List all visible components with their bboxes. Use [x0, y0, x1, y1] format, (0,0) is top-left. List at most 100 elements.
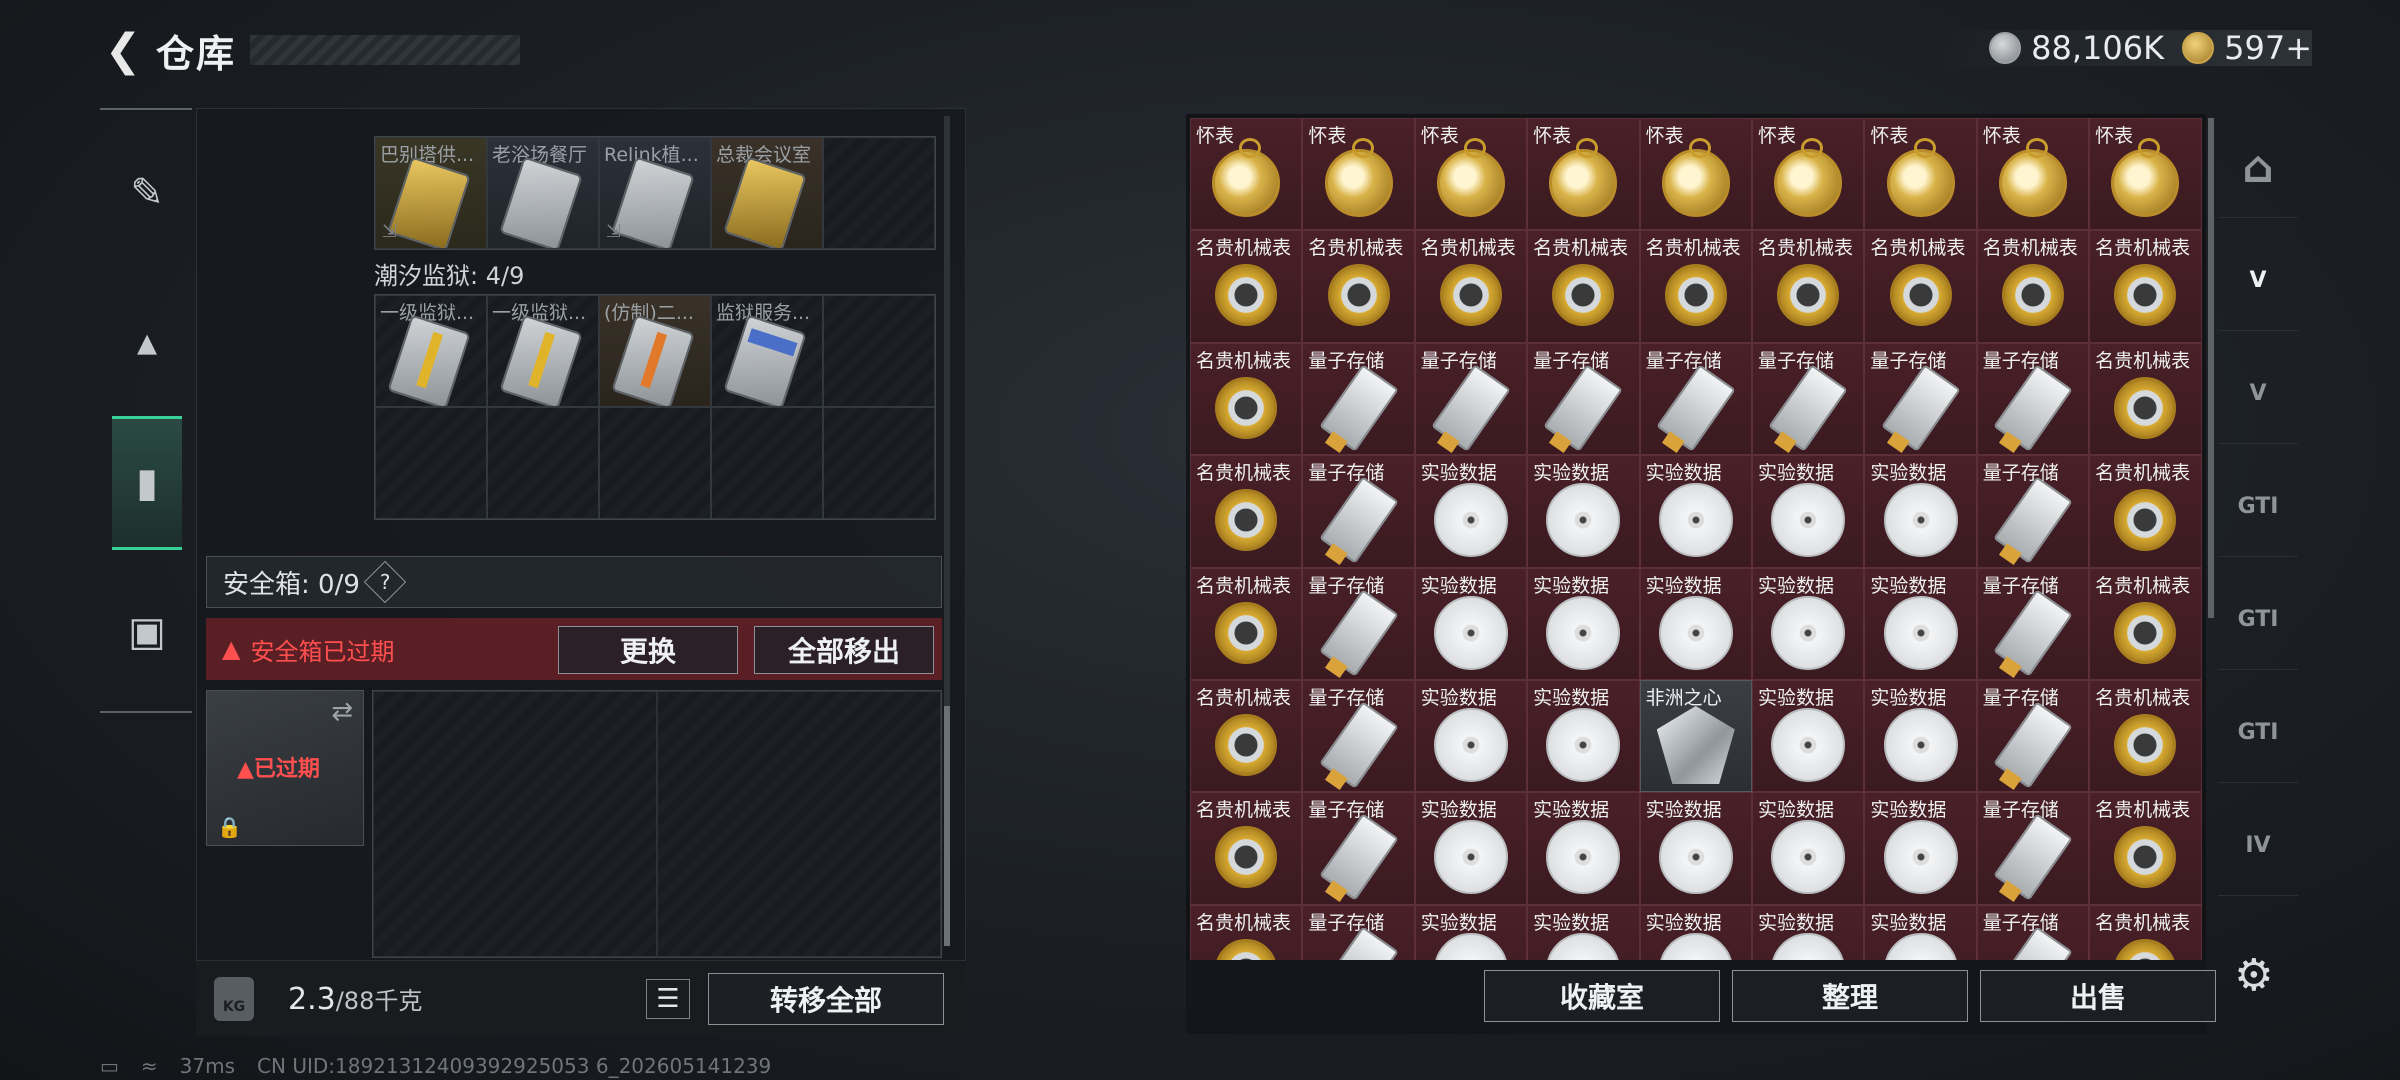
item-cell-luxury-watch[interactable]: 名贵机械表	[1976, 230, 2090, 343]
item-cell-experiment-data[interactable]: 实验数据	[1414, 679, 1528, 793]
item-cell-quantum-storage[interactable]: 量子存储	[1302, 904, 1415, 960]
item-cell-experiment-data[interactable]: 实验数据	[1864, 455, 1977, 568]
keycard-slot[interactable]: (仿制)二...	[599, 295, 711, 407]
scrollbar-thumb[interactable]	[944, 706, 950, 946]
item-cell-luxury-watch[interactable]: 名贵机械表	[1190, 792, 1303, 905]
empty-slot[interactable]	[711, 407, 823, 519]
garage-gti-icon[interactable]: GTI	[2218, 570, 2298, 670]
item-cell-quantum-storage[interactable]: 量子存储	[1976, 679, 2090, 793]
remove-all-button[interactable]: 全部移出	[754, 626, 934, 674]
armor-vest-icon[interactable]: ▴	[112, 275, 182, 409]
help-icon[interactable]: ?	[363, 560, 407, 604]
item-cell-luxury-watch[interactable]: 名贵机械表	[2089, 904, 2202, 960]
item-cell-experiment-data[interactable]: 实验数据	[1639, 455, 1752, 568]
empty-slot[interactable]	[823, 407, 935, 519]
item-cell-luxury-watch[interactable]: 名贵机械表	[1302, 230, 1415, 343]
item-cell-pocket-watch[interactable]: 怀表	[1976, 118, 2090, 231]
item-cell-pocket-watch[interactable]: 怀表	[1414, 118, 1528, 231]
keycard-slot[interactable]: 监狱服务...	[711, 295, 823, 407]
garage-gti-icon[interactable]: GTI	[2218, 683, 2298, 783]
item-cell-pocket-watch[interactable]: 怀表	[1527, 118, 1640, 231]
item-cell-quantum-storage[interactable]: 量子存储	[1976, 904, 2090, 960]
item-cell-luxury-watch[interactable]: 名贵机械表	[1190, 904, 1303, 960]
item-cell-experiment-data[interactable]: 实验数据	[1527, 904, 1640, 960]
item-cell-quantum-storage[interactable]: 量子存储	[1302, 455, 1415, 568]
empty-slot[interactable]	[823, 295, 935, 407]
item-cell-experiment-data[interactable]: 实验数据	[1414, 567, 1528, 680]
item-cell-luxury-watch[interactable]: 名贵机械表	[1190, 455, 1303, 568]
item-cell-luxury-watch[interactable]: 名贵机械表	[1190, 342, 1303, 456]
item-cell-quantum-storage[interactable]: 量子存储	[1976, 342, 2090, 456]
sort-button[interactable]: 整理	[1732, 970, 1968, 1022]
item-cell-luxury-watch[interactable]: 名贵机械表	[1864, 230, 1977, 343]
item-cell-luxury-watch[interactable]: 名贵机械表	[2089, 455, 2202, 568]
item-cell-experiment-data[interactable]: 实验数据	[1639, 792, 1752, 905]
item-cell-luxury-watch[interactable]: 名贵机械表	[1190, 230, 1303, 343]
item-cell-experiment-data[interactable]: 实验数据	[1864, 904, 1977, 960]
empty-slot[interactable]	[487, 407, 599, 519]
keycard-slot[interactable]: 一级监狱...	[375, 295, 487, 407]
item-cell-pocket-watch[interactable]: 怀表	[1751, 118, 1865, 231]
back-arrow-icon[interactable]: ❮	[100, 25, 146, 76]
item-cell-experiment-data[interactable]: 实验数据	[1527, 679, 1640, 793]
item-cell-heart-of-africa[interactable]: 非洲之心	[1639, 679, 1752, 793]
safe-slot[interactable]	[657, 691, 941, 957]
left-scrollbar[interactable]	[944, 116, 950, 946]
item-cell-experiment-data[interactable]: 实验数据	[1751, 567, 1865, 680]
sell-button[interactable]: 出售	[1980, 970, 2216, 1022]
keycard-slot[interactable]: Relink植... ⇲	[599, 137, 711, 249]
item-cell-experiment-data[interactable]: 实验数据	[1751, 792, 1865, 905]
keycard-slot[interactable]: 老浴场餐厅	[487, 137, 599, 249]
item-cell-quantum-storage[interactable]: 量子存储	[1302, 792, 1415, 905]
item-cell-quantum-storage[interactable]: 量子存储	[1976, 455, 2090, 568]
item-cell-pocket-watch[interactable]: 怀表	[1639, 118, 1752, 231]
item-cell-experiment-data[interactable]: 实验数据	[1864, 567, 1977, 680]
collection-room-button[interactable]: 收藏室	[1484, 970, 1720, 1022]
empty-slot[interactable]	[375, 407, 487, 519]
item-cell-quantum-storage[interactable]: 量子存储	[1302, 567, 1415, 680]
item-cell-quantum-storage[interactable]: 量子存储	[1864, 342, 1977, 456]
item-cell-luxury-watch[interactable]: 名贵机械表	[1414, 230, 1528, 343]
backpack-icon[interactable]: ▮	[112, 416, 182, 550]
garage-gti-icon[interactable]: GTI	[2218, 457, 2298, 557]
item-cell-luxury-watch[interactable]: 名贵机械表	[1751, 230, 1865, 343]
swap-icon[interactable]: ⇄	[331, 697, 353, 727]
item-cell-experiment-data[interactable]: 实验数据	[1414, 792, 1528, 905]
item-cell-experiment-data[interactable]: 实验数据	[1751, 679, 1865, 793]
item-cell-luxury-watch[interactable]: 名贵机械表	[2089, 567, 2202, 680]
item-cell-quantum-storage[interactable]: 量子存储	[1639, 342, 1752, 456]
item-cell-luxury-watch[interactable]: 名贵机械表	[1527, 230, 1640, 343]
item-cell-experiment-data[interactable]: 实验数据	[1751, 904, 1865, 960]
item-cell-pocket-watch[interactable]: 怀表	[1302, 118, 1415, 231]
toolbox-icon[interactable]: ▣	[112, 565, 182, 699]
keycard-slot[interactable]: 总裁会议室	[711, 137, 823, 249]
empty-slot[interactable]	[599, 407, 711, 519]
item-cell-quantum-storage[interactable]: 量子存储	[1976, 792, 2090, 905]
garage-v-icon[interactable]: V	[2218, 344, 2298, 444]
item-cell-quantum-storage[interactable]: 量子存储	[1414, 342, 1528, 456]
item-cell-quantum-storage[interactable]: 量子存储	[1302, 679, 1415, 793]
item-cell-quantum-storage[interactable]: 量子存储	[1976, 567, 2090, 680]
item-cell-experiment-data[interactable]: 实验数据	[1414, 904, 1528, 960]
gold-currency[interactable]: 597+	[2182, 29, 2312, 67]
item-cell-experiment-data[interactable]: 实验数据	[1527, 455, 1640, 568]
item-cell-luxury-watch[interactable]: 名贵机械表	[2089, 679, 2202, 793]
empty-slot[interactable]	[823, 137, 935, 249]
item-cell-experiment-data[interactable]: 实验数据	[1864, 679, 1977, 793]
safe-slot[interactable]	[373, 691, 657, 957]
item-cell-experiment-data[interactable]: 实验数据	[1751, 455, 1865, 568]
item-cell-luxury-watch[interactable]: 名贵机械表	[2089, 792, 2202, 905]
item-cell-experiment-data[interactable]: 实验数据	[1414, 455, 1528, 568]
item-cell-pocket-watch[interactable]: 怀表	[1864, 118, 1977, 231]
replace-button[interactable]: 更换	[558, 626, 738, 674]
transfer-all-button[interactable]: 转移全部	[708, 973, 944, 1025]
garage-iv-icon[interactable]: IV	[2218, 796, 2298, 896]
garage-v-icon[interactable]: V	[2218, 231, 2298, 331]
item-cell-luxury-watch[interactable]: 名贵机械表	[1190, 679, 1303, 793]
item-cell-pocket-watch[interactable]: 怀表	[2089, 118, 2202, 231]
item-cell-quantum-storage[interactable]: 量子存储	[1751, 342, 1865, 456]
item-cell-luxury-watch[interactable]: 名贵机械表	[2089, 230, 2202, 343]
item-cell-experiment-data[interactable]: 实验数据	[1527, 792, 1640, 905]
safe-box-slot[interactable]: ⇄ ▲已过期 🔒	[206, 690, 364, 846]
keycard-slot[interactable]: 一级监狱...	[487, 295, 599, 407]
